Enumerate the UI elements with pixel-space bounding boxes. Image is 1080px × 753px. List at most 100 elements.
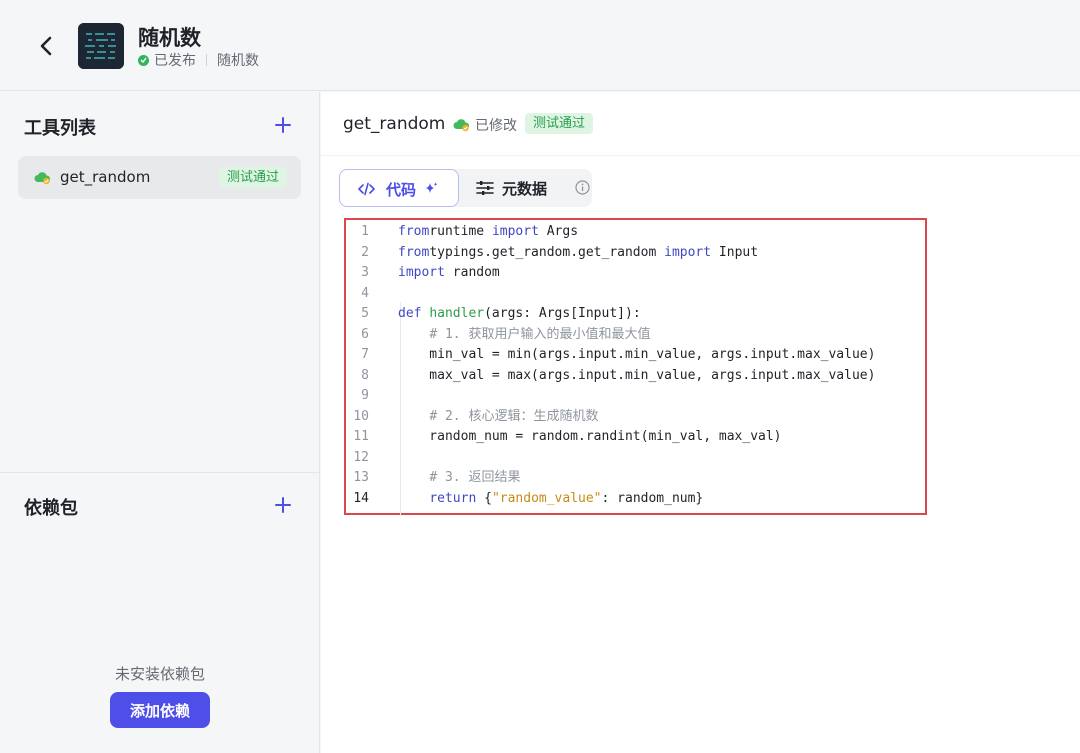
code-line[interactable]: 3 import random	[346, 263, 925, 284]
code-token: import	[398, 265, 445, 280]
code-text: fromruntime import Args	[398, 222, 578, 243]
line-number: 13	[353, 470, 369, 485]
app-subtitle: 随机数	[217, 53, 259, 69]
code-text: return {"random_value": random_num}	[398, 489, 703, 510]
code-editor[interactable]: 1 fromruntime import Args 2 fromtypings.get…	[344, 218, 927, 516]
code-line[interactable]: 6 # 1. 获取用户输入的最小值和最大值	[346, 325, 925, 346]
code-text: # 1. 获取用户输入的最小值和最大值	[398, 325, 650, 346]
line-number: 9	[361, 388, 369, 403]
code-token: import	[491, 224, 539, 239]
code-text: min_val = min(args.input.min_value, args…	[398, 345, 875, 366]
code-line[interactable]: 14 return {"random_value": random_num}	[346, 489, 925, 510]
info-icon[interactable]	[575, 180, 590, 195]
app-meta: 已发布 随机数	[138, 51, 259, 69]
sidebar-divider	[0, 472, 320, 473]
code-line[interactable]: 11 random_num = random.randint(min_val, …	[346, 427, 925, 448]
modified-status: 已修改	[475, 118, 517, 134]
code-token: import	[664, 244, 712, 260]
code-token: min_val = min(args.input.min_value, args…	[398, 347, 876, 362]
code-line[interactable]: 1 fromruntime import Args	[346, 222, 925, 243]
sliders-icon	[476, 181, 494, 195]
code-token: def	[398, 306, 422, 321]
check-circle-icon	[138, 54, 149, 66]
main-header: get_random 已修改 测试通过	[321, 92, 1080, 156]
tools-section-title: 工具列表	[24, 118, 96, 139]
app-title: 随机数	[138, 26, 201, 50]
modified-cloud-icon	[453, 119, 470, 132]
code-token: (args: Args[Input]):	[484, 306, 641, 321]
code-line[interactable]: 13 # 3. 返回结果	[346, 468, 925, 489]
code-token: typings.get_random.get_random	[429, 244, 665, 260]
app-avatar	[78, 23, 124, 69]
code-token: # 1. 获取用户输入的最小值和最大值	[429, 326, 651, 342]
line-number: 8	[361, 367, 369, 383]
tab-metadata[interactable]: 元数据	[459, 169, 592, 207]
back-icon[interactable]	[34, 32, 58, 60]
line-number: 6	[361, 326, 369, 342]
code-token: # 3. 返回结果	[429, 470, 521, 485]
editor-tabs: 代码 元数据	[339, 169, 592, 207]
code-token: : random_num}	[601, 490, 704, 506]
line-number: 7	[361, 347, 369, 362]
code-token: handler	[429, 306, 485, 321]
line-number: 3	[361, 265, 369, 280]
code-token: Args	[538, 224, 579, 239]
sparkle-icon	[426, 182, 437, 193]
code-line[interactable]: 9	[346, 386, 925, 407]
line-number: 2	[361, 244, 369, 260]
add-tool-button[interactable]	[272, 114, 294, 136]
tab-code[interactable]: 代码	[339, 169, 459, 207]
code-line[interactable]: 2 fromtypings.get_random.get_random impor…	[346, 243, 925, 264]
code-line[interactable]: 8 max_val = max(args.input.min_value, ar…	[346, 366, 925, 387]
line-number: 4	[361, 285, 369, 301]
code-text: max_val = max(args.input.min_value, args…	[398, 366, 875, 387]
tab-code-label: 代码	[386, 181, 417, 199]
code-text: import random	[398, 263, 500, 284]
code-token: {	[476, 490, 492, 506]
tool-item-get-random[interactable]: get_random 测试通过	[18, 156, 301, 199]
code-token: from	[398, 224, 430, 239]
add-dependency-plus-button[interactable]	[272, 494, 294, 516]
code-line[interactable]: 10 # 2. 核心逻辑：生成随机数	[346, 407, 925, 428]
code-text: random_num = random.randint(min_val, max…	[398, 427, 782, 448]
code-text: def handler(args: Args[Input]):	[398, 304, 641, 325]
plus-icon	[275, 117, 291, 133]
code-line[interactable]: 7 min_val = min(args.input.min_value, ar…	[346, 345, 925, 366]
code-token: from	[398, 244, 430, 260]
code-token: # 2. 核心逻辑：生成随机数	[429, 408, 599, 424]
line-number: 11	[353, 429, 369, 444]
code-token: random_num = random.randint(min_val, max…	[398, 429, 782, 444]
line-number: 1	[361, 224, 369, 239]
tool-name: get_random	[60, 168, 151, 186]
code-token: runtime	[429, 224, 492, 239]
code-text: # 2. 核心逻辑：生成随机数	[398, 407, 598, 428]
app-header: 随机数 已发布 随机数	[0, 0, 1080, 91]
code-line[interactable]: 5 def handler(args: Args[Input]):	[346, 304, 925, 325]
code-token: max_val = max(args.input.min_value, args…	[398, 367, 876, 383]
plus-icon	[275, 497, 291, 513]
tab-metadata-label: 元数据	[502, 180, 548, 198]
sidebar: 工具列表 get_random 测试通过 依赖包 未安装依赖包 添加依赖	[0, 92, 320, 753]
code-token: Input	[711, 244, 759, 260]
deps-section-title: 依赖包	[24, 498, 78, 519]
publish-status: 已发布	[154, 53, 196, 69]
plugin-cloud-icon	[34, 172, 51, 185]
meta-divider	[206, 54, 207, 66]
add-dependency-button[interactable]: 添加依赖	[110, 692, 210, 728]
code-token: return	[429, 490, 477, 506]
code-icon	[358, 182, 375, 196]
empty-deps-text: 未安装依赖包	[114, 665, 205, 683]
line-number: 14	[353, 490, 369, 506]
code-line[interactable]: 12	[346, 448, 925, 469]
test-passed-badge: 测试通过	[218, 167, 287, 188]
code-text: # 3. 返回结果	[398, 468, 520, 489]
code-token: random	[444, 265, 500, 280]
code-line[interactable]: 4	[346, 284, 925, 305]
code-text: fromtypings.get_random.get_random import…	[398, 243, 758, 264]
line-number: 12	[353, 449, 369, 465]
function-name: get_random	[343, 114, 446, 134]
